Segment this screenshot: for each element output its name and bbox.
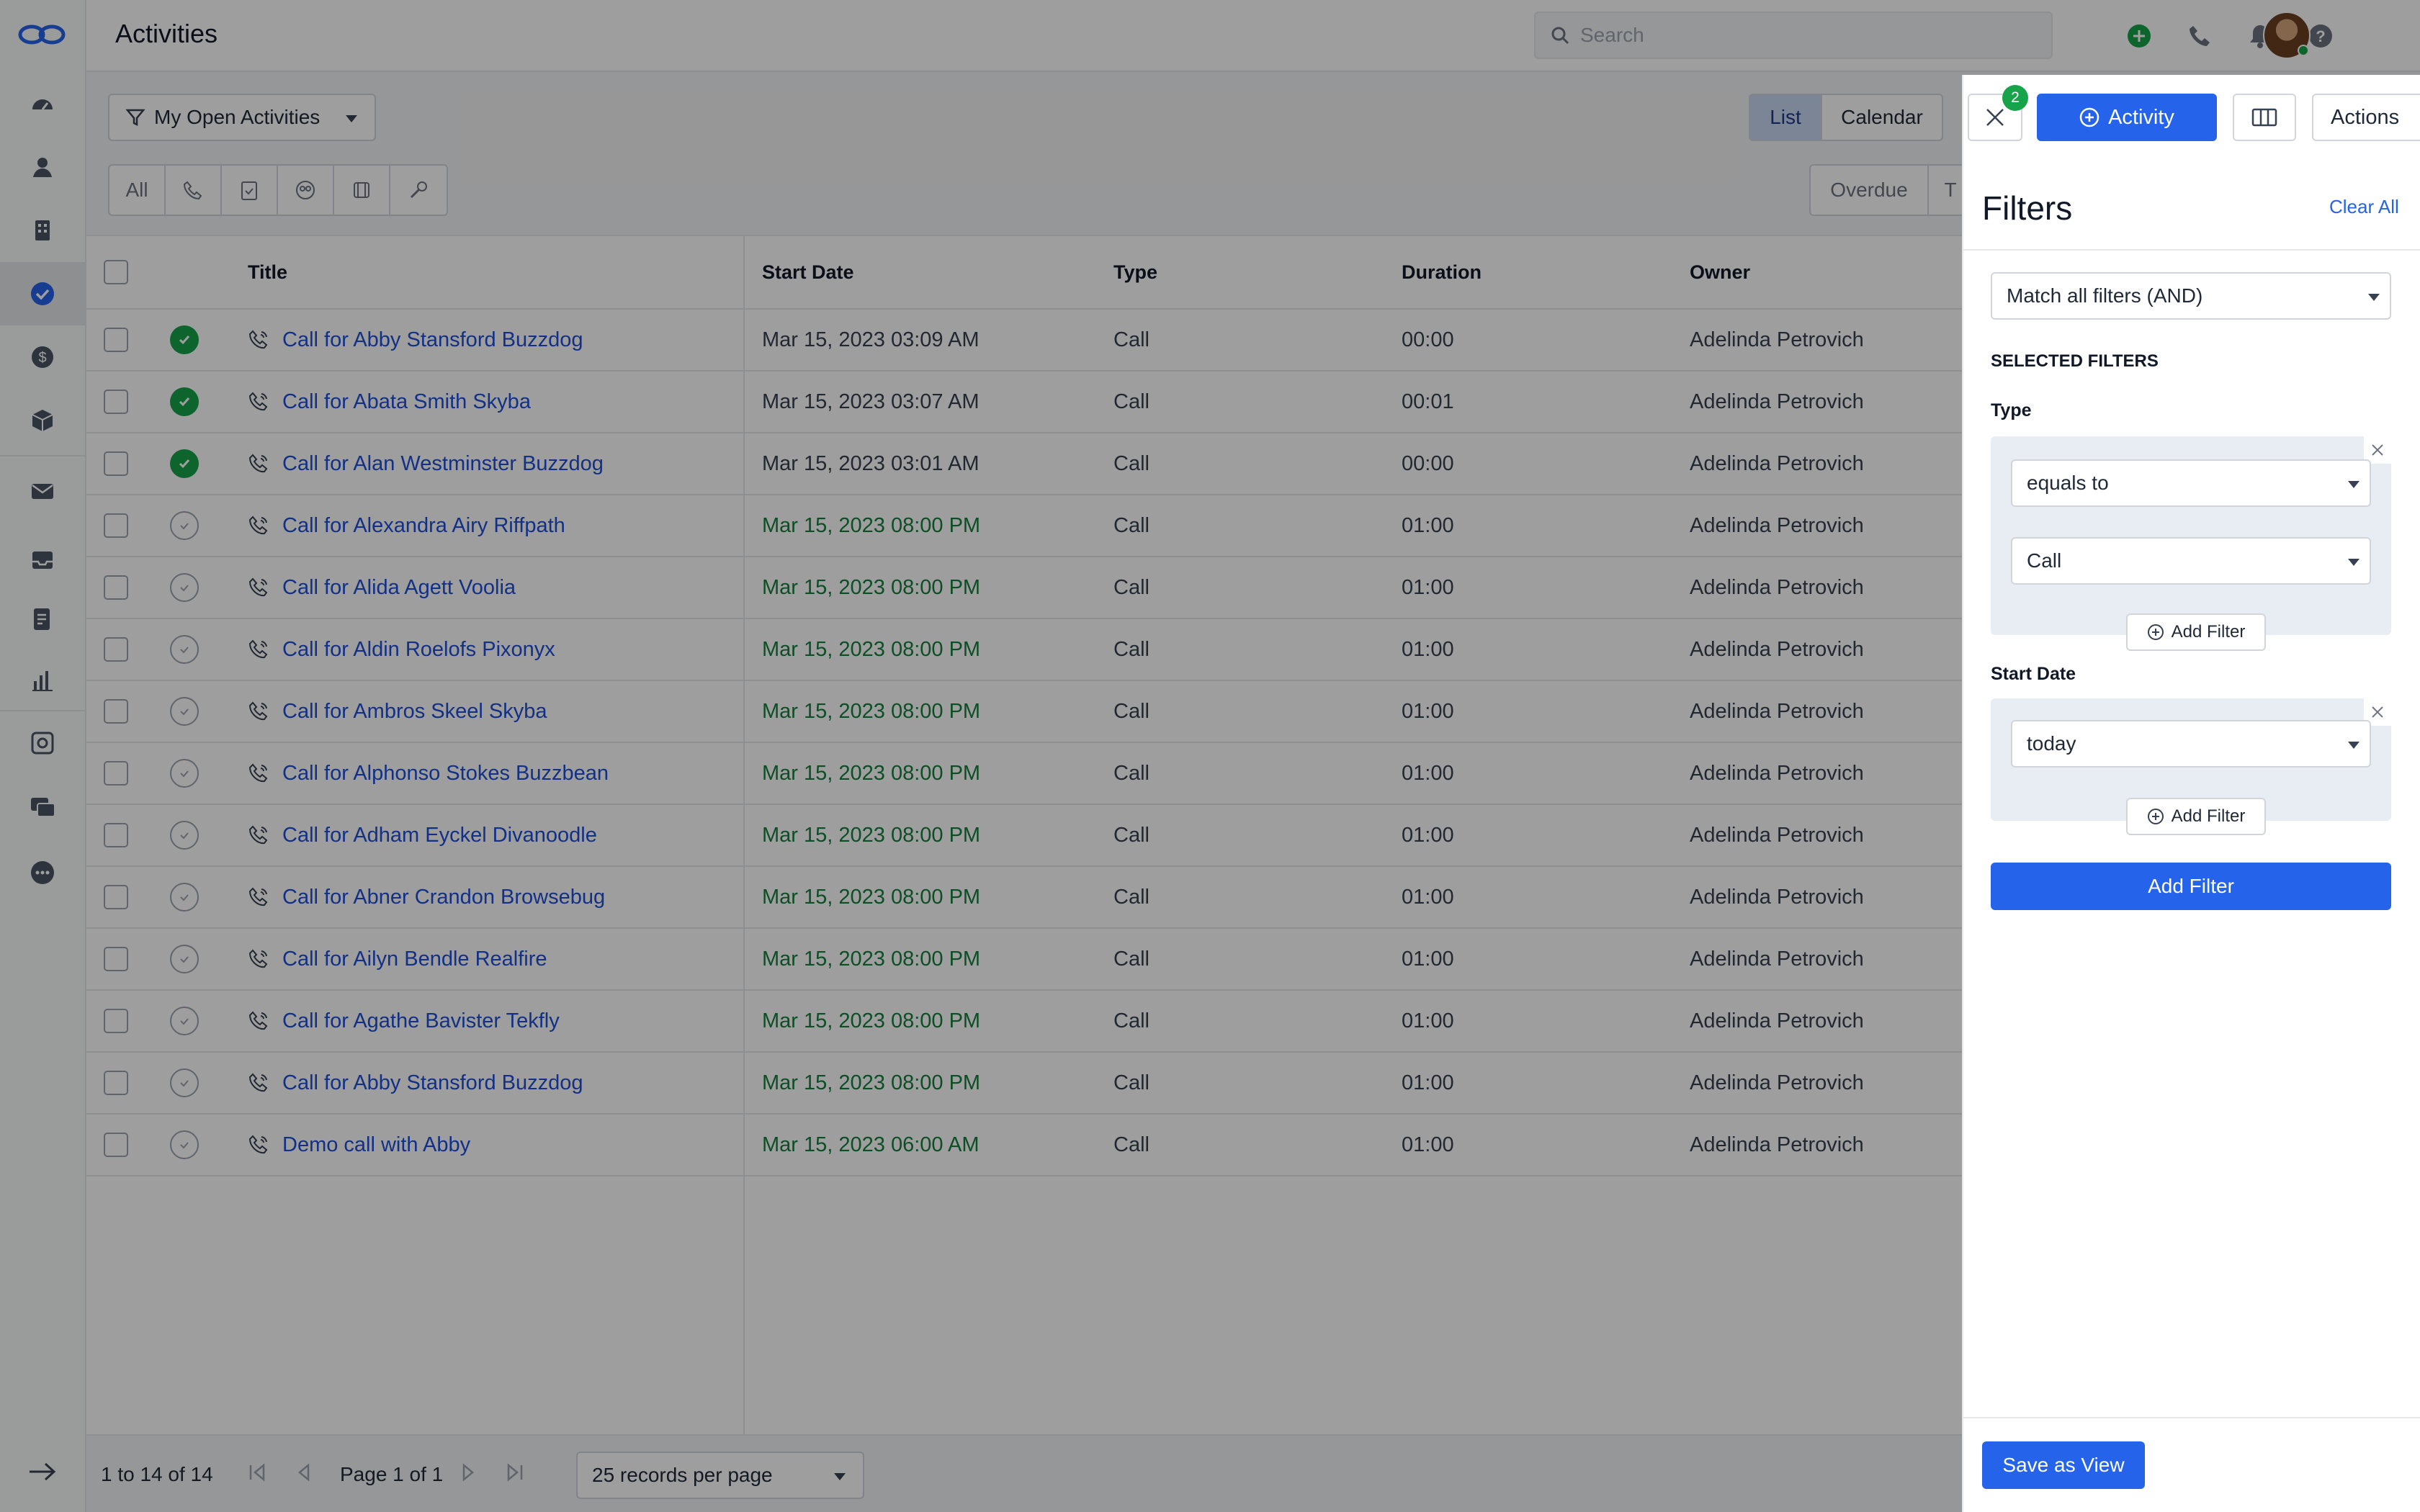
filter-label-start-date: Start Date xyxy=(1991,664,2076,684)
start-date-operator-value: today xyxy=(2027,732,2076,755)
chevron-down-icon xyxy=(2348,559,2360,566)
add-filter-label: Add Filter xyxy=(2171,622,2246,642)
add-start-date-filter-button[interactable]: Add Filter xyxy=(2126,798,2266,835)
save-as-view-button[interactable]: Save as View xyxy=(1982,1441,2145,1489)
start-date-operator-select[interactable]: today xyxy=(2011,720,2371,768)
chevron-down-icon xyxy=(2348,742,2360,749)
chevron-down-icon xyxy=(2368,294,2380,301)
add-filter-button[interactable]: Add Filter xyxy=(1991,863,2391,910)
actions-label: Actions xyxy=(2331,105,2400,129)
type-operator-select[interactable]: equals to xyxy=(2011,459,2371,507)
panel-footer-divider xyxy=(1963,1417,2420,1418)
type-value: Call xyxy=(2027,549,2062,572)
clear-all-link[interactable]: Clear All xyxy=(2329,196,2399,218)
match-mode-value: Match all filters (AND) xyxy=(2007,284,2203,307)
filters-panel: 2 Activity Actions Filters Clear All Mat… xyxy=(1962,75,2420,1512)
add-filter-label: Add Filter xyxy=(2171,806,2246,826)
plus-circle-icon xyxy=(2079,107,2099,127)
filter-group-start-date: today Add Filter xyxy=(1991,698,2391,835)
type-operator-value: equals to xyxy=(2027,472,2109,494)
create-activity-button[interactable]: Activity xyxy=(2037,94,2217,141)
columns-button[interactable] xyxy=(2233,94,2296,141)
create-activity-label: Activity xyxy=(2108,105,2174,129)
actions-dropdown[interactable]: Actions xyxy=(2312,94,2420,141)
plus-circle-icon xyxy=(2147,624,2164,640)
selected-filters-heading: SELECTED FILTERS xyxy=(1991,351,2159,371)
close-icon xyxy=(2372,444,2383,456)
panel-divider xyxy=(1963,249,2420,251)
filters-title: Filters xyxy=(1982,189,2073,227)
columns-icon xyxy=(2251,108,2277,127)
plus-circle-icon xyxy=(2147,809,2164,824)
add-type-filter-button[interactable]: Add Filter xyxy=(2126,613,2266,651)
match-mode-select[interactable]: Match all filters (AND) xyxy=(1991,272,2391,320)
type-value-select[interactable]: Call xyxy=(2011,537,2371,585)
close-icon xyxy=(2372,706,2383,718)
active-filter-count-badge: 2 xyxy=(2002,85,2028,111)
close-icon xyxy=(1986,109,2004,126)
filter-label-type: Type xyxy=(1991,400,2032,420)
chevron-down-icon xyxy=(2348,481,2360,488)
filter-group-type: equals to Call Add Filter xyxy=(1991,436,2391,651)
